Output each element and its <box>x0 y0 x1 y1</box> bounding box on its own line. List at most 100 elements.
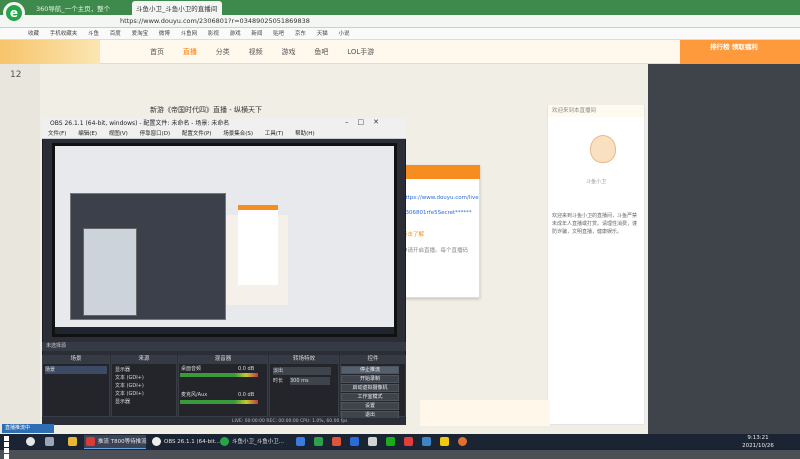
gift-bar[interactable] <box>420 400 550 426</box>
menu-file[interactable]: 文件(F) <box>48 131 66 137</box>
dialog-header <box>400 165 480 179</box>
app-icon[interactable] <box>458 437 467 446</box>
source-item[interactable]: 显示器 <box>115 366 130 374</box>
nav-home[interactable]: 首页 <box>150 40 164 64</box>
room-title: 新游《帝国时代四》直播 - 纵横天下 <box>150 106 262 114</box>
task-view-icon[interactable] <box>45 437 54 446</box>
wechat-icon[interactable] <box>386 437 395 446</box>
chat-header: 欢迎来到本直播间 <box>548 105 644 117</box>
studio-mode-button[interactable]: 工作室模式 <box>341 393 399 401</box>
dialog-stream-key[interactable]: 2306801rfe5Secret****** <box>402 210 472 218</box>
pusher-icon <box>86 437 95 446</box>
obs-icon <box>152 437 161 446</box>
dock-header-scenes: 场景 <box>43 355 109 364</box>
nav-game[interactable]: 游戏 <box>282 40 296 64</box>
explorer-icon[interactable] <box>68 437 77 446</box>
dialog-server-url[interactable]: https://www.douyu.com/live <box>402 195 479 203</box>
douyu-nav: 首页 直播 分类 视频 游戏 鱼吧 LOL手游 <box>150 40 390 64</box>
nav-live[interactable]: 直播 <box>183 40 197 64</box>
douyu-banner <box>0 40 100 64</box>
level-badge: 12 <box>10 70 22 80</box>
url-field[interactable]: https://www.douyu.com/2306801?r=03489025… <box>120 16 310 27</box>
bookmark[interactable]: 收藏 <box>28 28 39 39</box>
preview-dialog <box>238 205 278 285</box>
nav-category[interactable]: 分类 <box>216 40 230 64</box>
window-controls[interactable]: –□✕ <box>345 118 388 126</box>
search-icon[interactable] <box>26 437 35 446</box>
bookmark[interactable]: 贴吧 <box>273 28 284 39</box>
app-icon[interactable] <box>440 437 449 446</box>
bookmark[interactable]: 爱淘宝 <box>132 28 149 39</box>
bookmark[interactable]: 手机收藏夹 <box>50 28 78 39</box>
browser-tab-bar: 360导航_一个主页，整个世界 斗鱼小卫_斗鱼小卫的直播间 <box>0 0 800 15</box>
bookmark[interactable]: 小说 <box>338 28 349 39</box>
no-source-label: 未选择源 <box>46 343 67 349</box>
bookmark[interactable]: 新闻 <box>251 28 262 39</box>
tab-douyu[interactable]: 斗鱼小卫_斗鱼小卫的直播间 <box>132 1 222 15</box>
dock-header-sources: 来源 <box>112 355 176 364</box>
settings-button[interactable]: 设置 <box>341 402 399 410</box>
nav-yuba[interactable]: 鱼吧 <box>314 40 328 64</box>
transition-select[interactable]: 淡出 <box>273 367 331 375</box>
mascot-label: 斗鱼小卫 <box>586 179 607 185</box>
tab-360-nav[interactable]: 360导航_一个主页，整个世界 <box>32 1 110 15</box>
app-icon[interactable] <box>332 437 341 446</box>
app-icon[interactable] <box>404 437 413 446</box>
chat-message: 欢迎来到斗鱼小卫的直播间，斗鱼严禁未成年人直播或打赏。请理性消费，谨防诈骗，文明… <box>552 213 638 235</box>
source-item[interactable]: 显示器 <box>115 398 130 406</box>
duration-input[interactable]: 300 ms <box>290 377 330 385</box>
menu-docks[interactable]: 停靠窗口(D) <box>140 131 171 137</box>
bookmark[interactable]: 斗鱼网 <box>181 28 198 39</box>
bookmark[interactable]: 影视 <box>208 28 219 39</box>
dialog-tip: 申请开启直播。每个直播码 <box>402 248 469 254</box>
source-item[interactable]: 文本 (GDI+) <box>115 374 144 382</box>
menu-help[interactable]: 帮助(H) <box>295 131 314 137</box>
app-icon[interactable] <box>296 437 305 446</box>
mixer-desktop-db: 0.0 dB <box>238 366 255 372</box>
bookmark[interactable]: 京东 <box>295 28 306 39</box>
bookmark[interactable]: 游戏 <box>230 28 241 39</box>
scenes-dock <box>42 355 110 417</box>
transition-dock <box>269 355 339 417</box>
dock-header-transitions: 转场特效 <box>270 355 338 364</box>
obs-status-bar: LIVE: 00:00:00 REC: 00:00:00 CPU: 1.0%, … <box>42 418 406 425</box>
duration-label: 时长 <box>273 378 284 384</box>
scene-item[interactable]: 场景 <box>45 366 107 374</box>
bookmark[interactable]: 天猫 <box>317 28 328 39</box>
app-icon[interactable] <box>368 437 377 446</box>
app-icon[interactable] <box>350 437 359 446</box>
start-recording-button[interactable]: 开始录制 <box>341 375 399 383</box>
nav-video[interactable]: 视频 <box>249 40 263 64</box>
menu-view[interactable]: 视图(V) <box>109 131 128 137</box>
bookmarks-bar: 收藏 手机收藏夹 斗鱼 百度 爱淘宝 微博 斗鱼网 影视 游戏 新闻 贴吧 京东… <box>0 28 800 40</box>
bookmark[interactable]: 微博 <box>159 28 170 39</box>
address-bar: https://www.douyu.com/2306801?r=03489025… <box>0 15 800 28</box>
virtual-camera-button[interactable]: 启动虚拟摄像机 <box>341 384 399 392</box>
clock[interactable]: 9:13:21 2021/10/26 <box>733 434 783 450</box>
preview-nested-inner <box>83 228 137 316</box>
bookmark[interactable]: 斗鱼 <box>88 28 99 39</box>
dock-header-controls: 控件 <box>341 355 405 364</box>
menu-profile[interactable]: 配置文件(P) <box>182 131 212 137</box>
menu-tools[interactable]: 工具(T) <box>265 131 284 137</box>
source-toolbar: 未选择源 <box>42 342 406 351</box>
menu-edit[interactable]: 编辑(E) <box>78 131 97 137</box>
page-right-area <box>648 64 800 434</box>
menu-scene-collection[interactable]: 场景集合(S) <box>223 131 253 137</box>
douyu-ad[interactable]: 排行榜 领取福利 <box>680 40 800 64</box>
windows-start-icon[interactable] <box>4 436 15 459</box>
source-item[interactable]: 文本 (GDI+) <box>115 390 144 398</box>
bookmark[interactable]: 百度 <box>110 28 121 39</box>
browser-logo-icon: e <box>3 2 25 24</box>
nav-lol[interactable]: LOL手游 <box>347 40 374 64</box>
preview-taskbar <box>55 327 394 334</box>
mixer-mic-db: 0.0 dB <box>238 392 255 398</box>
stream-status-badge: 直播推流中 <box>2 424 54 433</box>
source-item[interactable]: 文本 (GDI+) <box>115 382 144 390</box>
clock-time: 9:13:21 <box>747 435 769 441</box>
app-icon[interactable] <box>314 437 323 446</box>
app-icon[interactable] <box>422 437 431 446</box>
audio-meter-desktop <box>180 373 258 377</box>
dock-header-mixer: 混音器 <box>179 355 267 364</box>
stop-streaming-button[interactable]: 停止推流 <box>341 366 399 374</box>
